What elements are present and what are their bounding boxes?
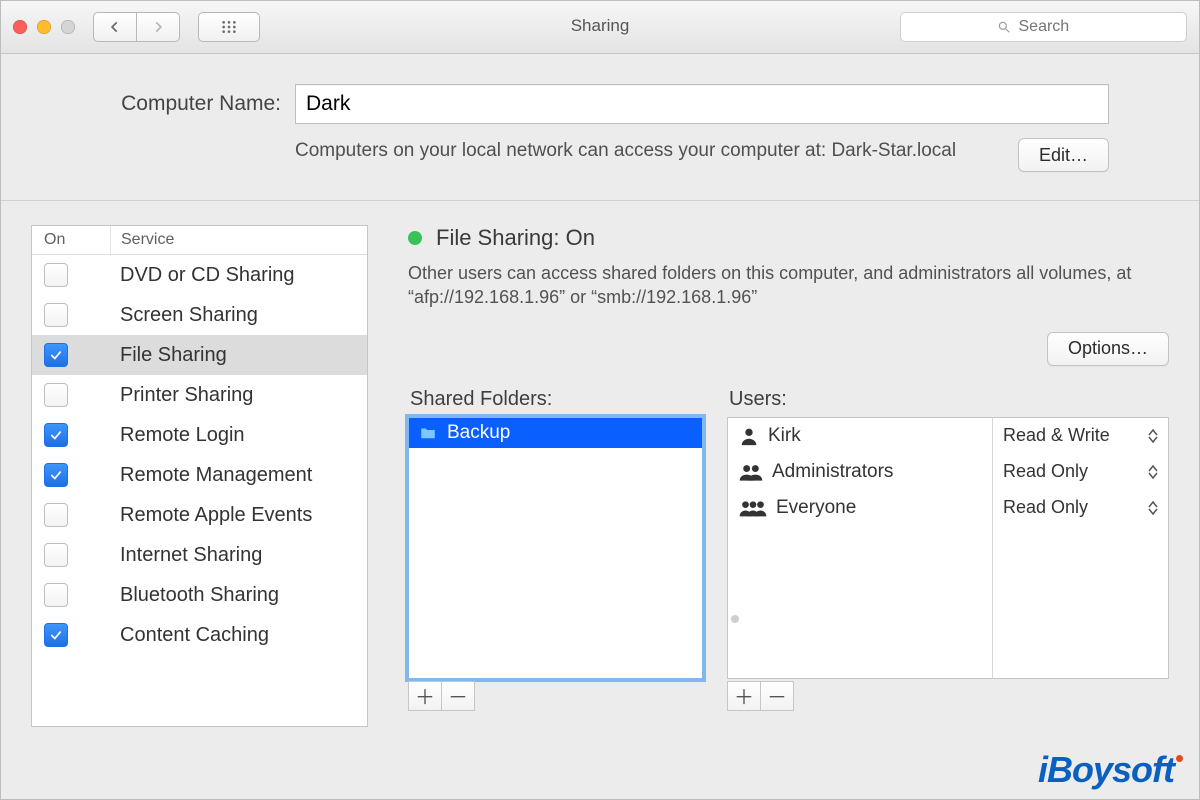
service-checkbox[interactable]: [44, 583, 68, 607]
detail-pane: File Sharing: On Other users can access …: [408, 225, 1169, 789]
service-row[interactable]: File Sharing: [32, 335, 367, 375]
service-label: Remote Login: [110, 424, 367, 447]
shared-folders-column: Shared Folders: Backup ＋ －: [408, 388, 703, 711]
remove-user-button[interactable]: －: [761, 681, 794, 711]
user-row[interactable]: Administrators: [728, 454, 992, 490]
shared-folder-name: Backup: [447, 422, 510, 444]
service-row[interactable]: Remote Management: [32, 455, 367, 495]
users-pair-icon: [738, 461, 764, 483]
service-checkbox[interactable]: [44, 303, 68, 327]
service-row[interactable]: Bluetooth Sharing: [32, 575, 367, 615]
service-row[interactable]: Internet Sharing: [32, 535, 367, 575]
chevron-left-icon: [108, 20, 122, 34]
show-all-button[interactable]: [198, 12, 260, 42]
user-name: Everyone: [776, 497, 856, 519]
service-row[interactable]: DVD or CD Sharing: [32, 255, 367, 295]
user-icon: [738, 425, 760, 447]
service-row[interactable]: Content Caching: [32, 615, 367, 655]
shared-folder-item[interactable]: Backup: [409, 418, 702, 448]
search-input[interactable]: [1017, 17, 1091, 37]
service-label: Remote Management: [110, 464, 367, 487]
service-checkbox[interactable]: [44, 383, 68, 407]
service-row[interactable]: Screen Sharing: [32, 295, 367, 335]
remove-folder-button[interactable]: －: [442, 681, 475, 711]
services-header-service: Service: [111, 226, 367, 254]
back-button[interactable]: [93, 12, 137, 42]
user-permission-selector[interactable]: Read Only: [993, 454, 1168, 490]
service-row[interactable]: Remote Login: [32, 415, 367, 455]
service-label: Internet Sharing: [110, 544, 367, 567]
chevron-right-icon: [151, 20, 165, 34]
service-status-title: File Sharing: On: [436, 225, 595, 251]
service-checkbox[interactable]: [44, 263, 68, 287]
service-checkbox[interactable]: [44, 503, 68, 527]
resize-handle-icon[interactable]: [731, 615, 739, 623]
shared-folders-heading: Shared Folders:: [410, 388, 703, 411]
users-list[interactable]: KirkAdministratorsEveryone Read & Write …: [727, 417, 1169, 679]
user-permission-label: Read Only: [1003, 497, 1088, 518]
users-heading: Users:: [729, 388, 1169, 411]
service-status-desc: Other users can access shared folders on…: [408, 261, 1148, 310]
watermark: iBoysoft: [1038, 749, 1181, 791]
service-label: Printer Sharing: [110, 384, 367, 407]
user-permission-selector[interactable]: Read & Write: [993, 418, 1168, 454]
stepper-icon: [1148, 429, 1158, 443]
services-header-on: On: [32, 226, 111, 254]
services-table: On Service DVD or CD Sharing Screen Shar…: [31, 225, 368, 727]
service-status: File Sharing: On: [408, 225, 1169, 251]
computer-name-label: Computer Name:: [91, 92, 281, 116]
sharing-prefpane-window: Sharing Computer Name: Computers on your…: [0, 0, 1200, 800]
window-controls: [13, 20, 75, 34]
service-label: Bluetooth Sharing: [110, 584, 367, 607]
add-user-button[interactable]: ＋: [727, 681, 761, 711]
close-window-button[interactable]: [13, 20, 27, 34]
service-label: Screen Sharing: [110, 304, 367, 327]
service-row[interactable]: Printer Sharing: [32, 375, 367, 415]
status-indicator-icon: [408, 231, 422, 245]
computer-name-input[interactable]: [295, 84, 1109, 124]
service-checkbox[interactable]: [44, 463, 68, 487]
window-title: Sharing: [571, 16, 630, 36]
edit-hostname-button[interactable]: Edit…: [1018, 138, 1109, 172]
service-row[interactable]: Remote Apple Events: [32, 495, 367, 535]
zoom-window-button[interactable]: [61, 20, 75, 34]
service-label: DVD or CD Sharing: [110, 264, 367, 287]
add-folder-button[interactable]: ＋: [408, 681, 442, 711]
service-label: File Sharing: [110, 344, 367, 367]
user-permission-label: Read Only: [1003, 461, 1088, 482]
service-checkbox[interactable]: [44, 543, 68, 567]
service-label: Remote Apple Events: [110, 504, 367, 527]
user-row[interactable]: Everyone: [728, 490, 992, 526]
computer-name-section: Computer Name: Computers on your local n…: [1, 54, 1199, 201]
service-checkbox[interactable]: [44, 423, 68, 447]
main-area: On Service DVD or CD Sharing Screen Shar…: [1, 201, 1199, 799]
search-icon: [997, 20, 1011, 34]
user-name: Administrators: [772, 461, 893, 483]
service-label: Content Caching: [110, 624, 367, 647]
user-row[interactable]: Kirk: [728, 418, 992, 454]
forward-button[interactable]: [137, 12, 180, 42]
grid-icon: [218, 19, 240, 35]
toolbar: Sharing: [1, 1, 1199, 54]
search-field[interactable]: [900, 12, 1187, 42]
stepper-icon: [1148, 501, 1158, 515]
minimize-window-button[interactable]: [37, 20, 51, 34]
service-checkbox[interactable]: [44, 343, 68, 367]
user-permission-selector[interactable]: Read Only: [993, 490, 1168, 526]
services-header: On Service: [32, 226, 367, 255]
user-name: Kirk: [768, 425, 801, 447]
options-button[interactable]: Options…: [1047, 332, 1169, 366]
folder-icon: [417, 424, 439, 442]
computer-name-subtext: Computers on your local network can acce…: [295, 138, 988, 164]
users-column: Users: Kirk Administrators Everyone Read &…: [727, 388, 1169, 711]
nav-buttons: [93, 12, 180, 42]
users-group-icon: [738, 497, 768, 519]
shared-folders-list[interactable]: Backup: [408, 417, 703, 679]
stepper-icon: [1148, 465, 1158, 479]
service-checkbox[interactable]: [44, 623, 68, 647]
user-permission-label: Read & Write: [1003, 425, 1110, 446]
